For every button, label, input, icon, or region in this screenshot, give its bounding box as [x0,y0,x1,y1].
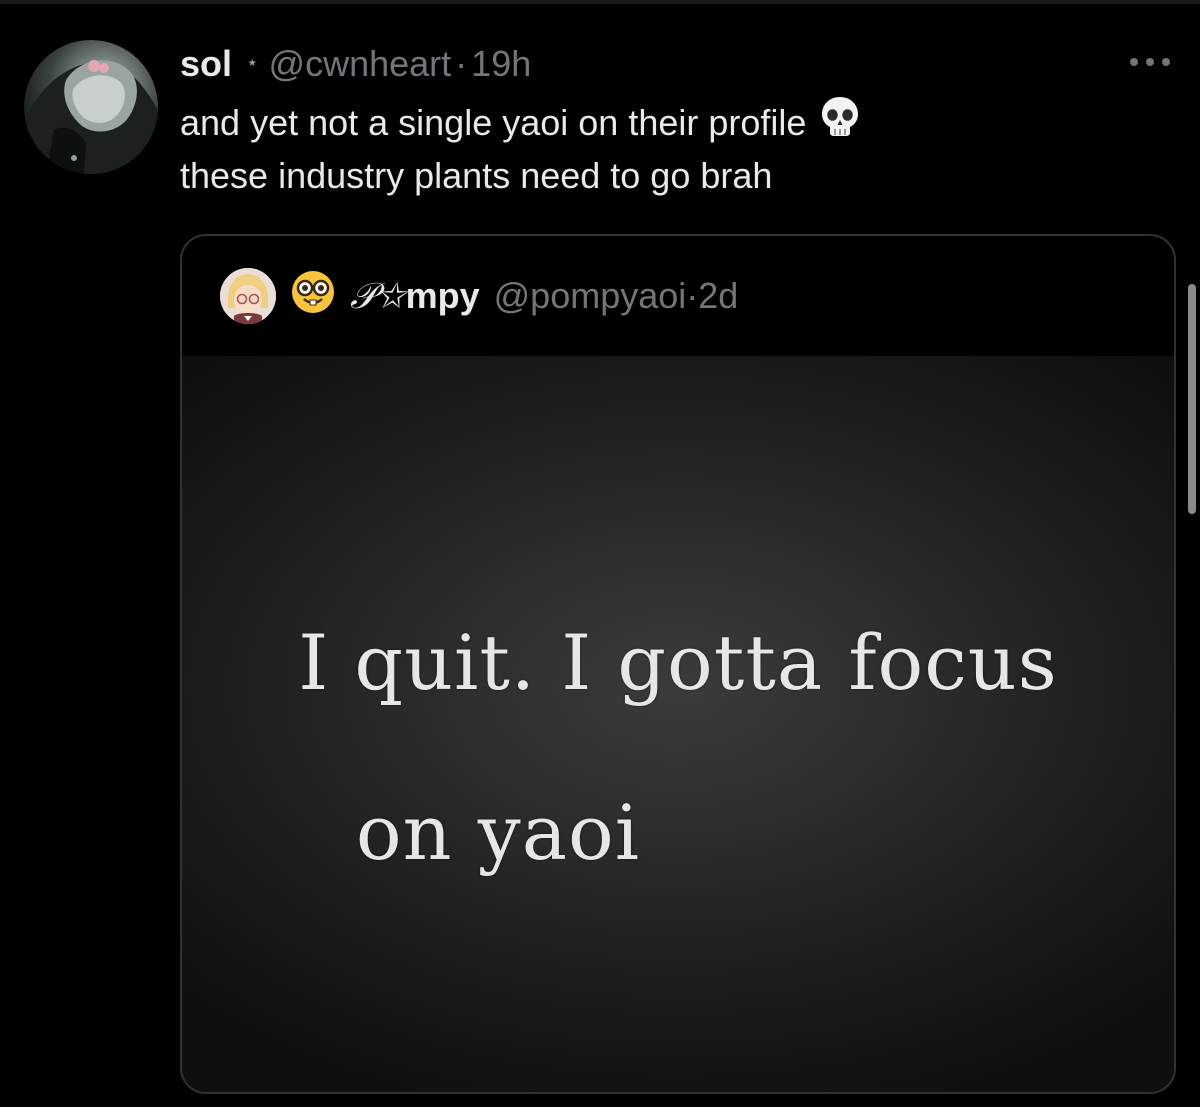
quoted-author-handle[interactable]: @pompyaoi·2d [494,275,739,317]
quoted-name-rest: mpy [405,274,480,316]
quoted-name-script-letter: 𝒫 [350,275,376,317]
quoted-author-avatar[interactable] [220,268,276,324]
quoted-header-separator: · [686,275,699,316]
quoted-name-star: ✩ [375,275,406,317]
quoted-timestamp: 2d [698,275,739,316]
quoted-tweet-card[interactable]: 𝒫✩mpy @pompyaoi·2d I quit. I gotta focus… [180,234,1176,1094]
scrollbar[interactable] [1188,284,1196,514]
tweet-header: sol ⋆ @cwnheart · 19h [180,40,531,88]
quoted-author-display-name[interactable]: 𝒫✩mpy [350,275,480,318]
more-icon[interactable] [1130,50,1170,74]
meme-text-line-2: on yaoi [355,788,641,877]
header-separator: · [455,43,468,84]
skull-icon [818,94,862,149]
tweet-text-line-2: these industry plants need to go brah [180,155,773,196]
more-dot [1130,58,1138,66]
tweet-timestamp[interactable]: 19h [471,43,531,85]
name-badge-icon: ⋆ [246,51,259,74]
author-display-name[interactable]: sol [180,43,232,85]
quoted-handle-text: @pompyaoi [493,275,687,316]
tweet-screenshot: sol ⋆ @cwnheart · 19h and yet not a sing… [0,0,1200,1107]
tweet-text-line: and yet not a single yaoi on their profi… [180,97,1100,153]
quoted-tweet-header: 𝒫✩mpy @pompyaoi·2d [182,236,1174,356]
author-avatar[interactable] [24,40,158,174]
nerd-face-icon [290,269,336,324]
tweet-text-line-1: and yet not a single yaoi on their profi… [180,102,807,144]
meme-text-line-1: I quit. I gotta focus [298,618,1058,707]
top-divider [0,0,1200,4]
quoted-tweet-image[interactable]: I quit. I gotta focus on yaoi [182,356,1174,1092]
author-handle[interactable]: @cwnheart [269,43,452,85]
more-dot [1162,58,1170,66]
more-dot [1146,58,1154,66]
tweet-body: and yet not a single yaoi on their profi… [180,97,1100,199]
